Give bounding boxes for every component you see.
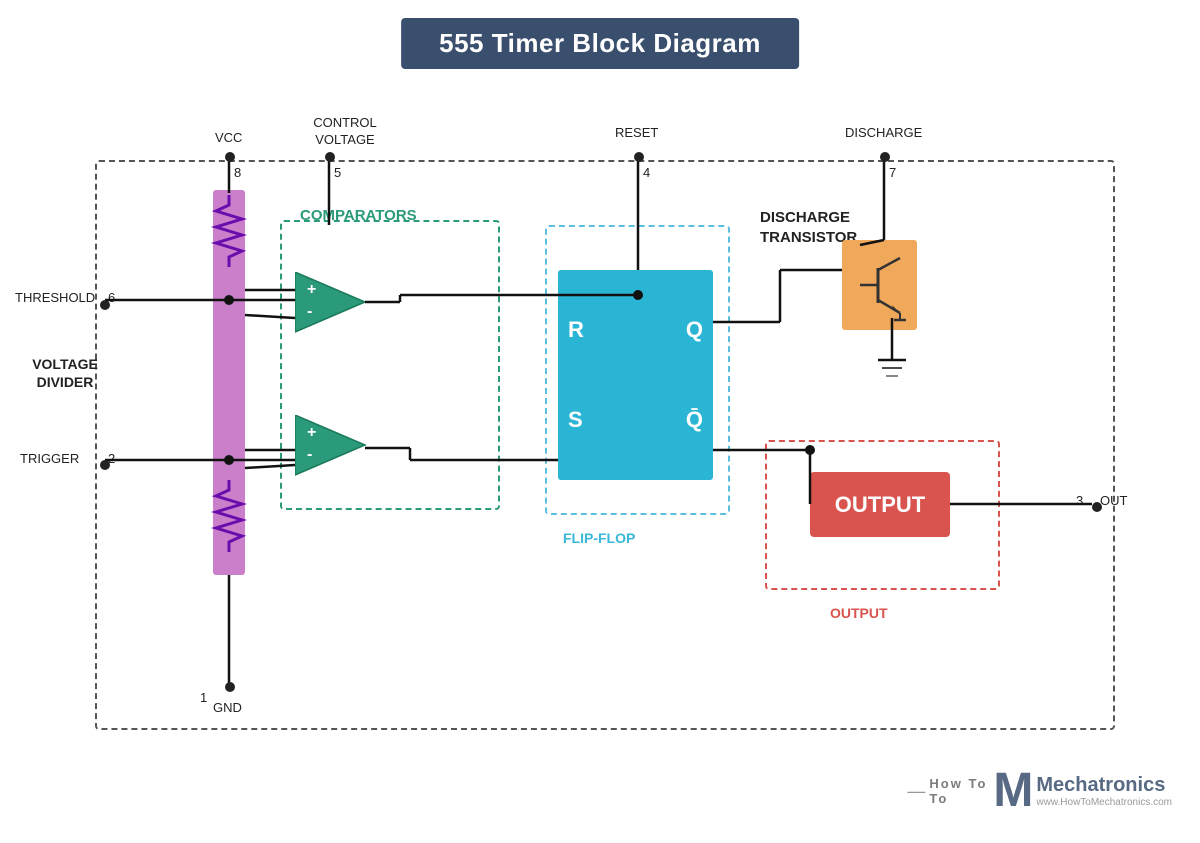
output-block-label: OUTPUT	[835, 492, 925, 518]
watermark: — How To To M Mechatronics www.HowToMech…	[907, 767, 1172, 815]
pin5-number: 5	[334, 165, 341, 180]
transistor-box	[842, 240, 917, 330]
pin3-number: 3	[1076, 493, 1083, 508]
transistor-symbol	[850, 248, 910, 323]
out-label: OUT	[1100, 493, 1127, 508]
control-voltage-label: CONTROL VOLTAGE	[305, 115, 385, 149]
pin8-dot	[225, 152, 235, 162]
output-block: OUTPUT	[810, 472, 950, 537]
ff-r-label: R	[568, 317, 584, 343]
pin1-number: 1	[200, 690, 207, 705]
comparator-lower: + -	[295, 415, 375, 485]
svg-text:+: +	[307, 424, 316, 441]
pin2-dot	[100, 460, 110, 470]
pin1-dot	[225, 682, 235, 692]
watermark-m: M	[993, 767, 1033, 815]
ff-s-label: S	[568, 407, 583, 433]
pin4-dot	[634, 152, 644, 162]
resistor-bottom	[208, 480, 250, 580]
pin4-number: 4	[643, 165, 650, 180]
flipflop-label: FLIP-FLOP	[563, 530, 635, 546]
output-box-label: OUTPUT	[830, 605, 888, 621]
ff-qbar-label: Q̄	[686, 407, 703, 433]
watermark-url: www.HowToMechatronics.com	[1036, 797, 1172, 808]
ff-q-label: Q	[686, 317, 703, 343]
threshold-label: THRESHOLD	[15, 290, 95, 305]
comparators-label: COMPARATORS	[300, 207, 417, 224]
svg-text:+: +	[307, 281, 316, 298]
svg-text:-: -	[307, 446, 312, 463]
pin5-dot	[325, 152, 335, 162]
watermark-dash: —	[907, 781, 925, 802]
diagram-container: 555 Timer Block Diagram COMPARATORS FLIP…	[0, 0, 1200, 843]
pin8-number: 8	[234, 165, 241, 180]
svg-text:-: -	[307, 303, 312, 320]
reset-label: RESET	[615, 125, 658, 140]
trigger-label: TRIGGER	[20, 451, 79, 466]
pin3-dot	[1092, 502, 1102, 512]
watermark-to: To	[929, 791, 948, 806]
pin6-dot	[100, 300, 110, 310]
diagram-title: 555 Timer Block Diagram	[401, 18, 799, 69]
vcc-label: VCC	[215, 130, 242, 145]
flipflop-block: R Q S Q̄	[558, 270, 713, 480]
discharge-label: DISCHARGE	[845, 125, 922, 140]
pin7-dot	[880, 152, 890, 162]
voltage-divider-label: VOLTAGE DIVIDER	[30, 355, 100, 391]
watermark-mec: Mechatronics	[1036, 774, 1172, 797]
watermark-how: How To	[929, 776, 987, 791]
resistor-top	[208, 195, 250, 295]
comparator-upper: + -	[295, 272, 375, 342]
gnd-label: GND	[213, 700, 242, 715]
pin7-number: 7	[889, 165, 896, 180]
